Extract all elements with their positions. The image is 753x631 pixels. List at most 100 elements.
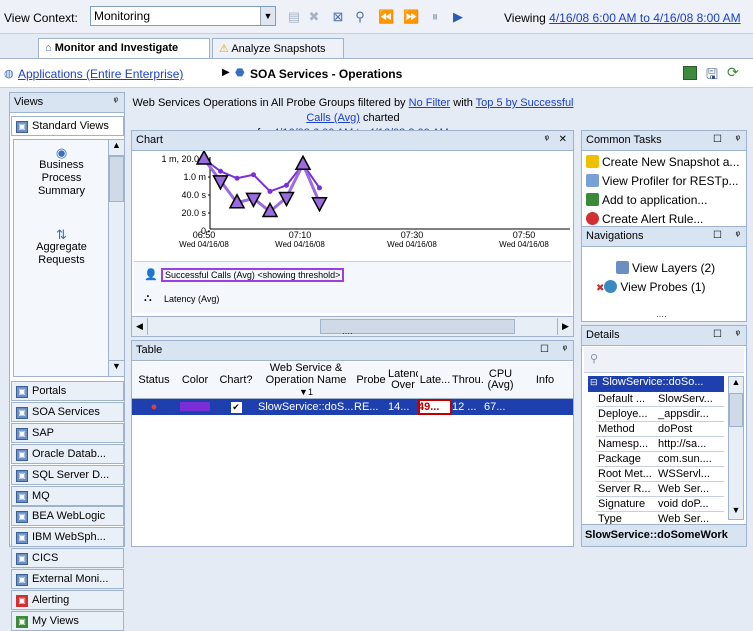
- pin-icon[interactable]: ᵠ: [736, 134, 740, 145]
- view-group-10[interactable]: ▣ Alerting: [11, 590, 124, 610]
- x-tick-time: 07:10: [289, 230, 312, 240]
- rewind-icon[interactable]: ⏪: [378, 9, 394, 25]
- column-cpu[interactable]: CPU (Avg): [484, 362, 517, 399]
- scroll-thumb[interactable]: [109, 156, 124, 202]
- details-row[interactable]: Default ... SlowServ...: [596, 392, 724, 407]
- column-info[interactable]: Info: [517, 362, 573, 399]
- list-icon[interactable]: ▤: [286, 9, 302, 25]
- column-name[interactable]: Web Service & Operation Name ▼1: [258, 362, 354, 399]
- x-tick-date: Wed 04/16/08: [499, 240, 549, 249]
- column-chart[interactable]: Chart?: [214, 362, 258, 399]
- view-context-select[interactable]: Monitoring: [90, 6, 276, 26]
- pin-icon[interactable]: ᵠ: [545, 134, 549, 145]
- details-row[interactable]: Server R... Web Ser...: [596, 481, 724, 497]
- view-group-1[interactable]: ▣ SOA Services: [11, 401, 124, 422]
- view-group-5[interactable]: ▣ MQ: [11, 485, 124, 506]
- view-group-icon: ▣: [16, 553, 28, 566]
- close-icon[interactable]: ✖: [306, 9, 322, 25]
- view-group-7[interactable]: ▣ IBM WebSph...: [11, 527, 124, 548]
- chart-export-icon[interactable]: [683, 66, 697, 80]
- pin-icon[interactable]: ᵠ: [736, 230, 740, 241]
- tab-analyze-snapshots[interactable]: ⚠ Analyze Snapshots: [212, 38, 344, 58]
- maximize-icon[interactable]: ☐: [713, 134, 722, 145]
- standard-views-header[interactable]: ▣ Standard Views: [11, 116, 124, 136]
- pin-icon[interactable]: ᵠ: [736, 329, 740, 340]
- details-row[interactable]: Method doPost: [596, 421, 724, 437]
- view-group-9[interactable]: ▣ External Moni...: [11, 569, 124, 590]
- add-icon: [586, 193, 599, 206]
- column-latency[interactable]: Late...: [418, 362, 452, 399]
- column-latency-over[interactable]: Latency Over: [388, 362, 418, 399]
- maximize-icon[interactable]: ☐: [713, 329, 722, 340]
- pin-icon[interactable]: ᵠ: [563, 344, 567, 355]
- view-group-icon: ▣: [16, 427, 28, 440]
- column-color[interactable]: Color: [176, 362, 214, 399]
- nav-view-layers[interactable]: View Layers (2): [616, 261, 715, 275]
- zoom-icon[interactable]: ⚲: [352, 9, 368, 25]
- column-status[interactable]: Status: [132, 362, 176, 399]
- views-scrollbar[interactable]: ▲ ▼: [108, 140, 124, 376]
- refresh-icon[interactable]: ⟳: [727, 64, 739, 81]
- series-color-swatch: [176, 399, 214, 415]
- details-selected-node[interactable]: ⊟ SlowService::doSo...: [588, 376, 724, 392]
- details-row[interactable]: Signature void doP...: [596, 496, 724, 512]
- details-row[interactable]: Package com.sun....: [596, 451, 724, 467]
- maximize-icon[interactable]: ☐: [540, 344, 549, 355]
- task-create-snapshot[interactable]: Create New Snapshot a...: [586, 155, 739, 169]
- breadcrumb-root-link[interactable]: Applications (Entire Enterprise): [18, 67, 183, 81]
- warning-icon: ⚠: [219, 43, 229, 55]
- details-key: Method: [596, 421, 656, 437]
- task-create-alert-rule[interactable]: Create Alert Rule...: [586, 212, 703, 226]
- cell-cpu: 67...: [484, 400, 506, 413]
- save-icon[interactable]: 🖫: [706, 64, 718, 88]
- legend-successful-calls[interactable]: Successful Calls (Avg) <showing threshol…: [161, 268, 345, 282]
- standard-views-list: ◉ Business Process Summary ⇅ Aggregate R…: [13, 139, 125, 377]
- view-group-6[interactable]: ▣ BEA WebLogic: [11, 506, 124, 527]
- nav-view-probes[interactable]: ✖ View Probes (1): [596, 280, 706, 294]
- tasks-panel-header: Common Tasks ☐ ᵠ: [582, 131, 746, 151]
- operations-table: Status Color Chart? Web Service & Operat…: [132, 362, 573, 415]
- view-group-11[interactable]: ▣ My Views: [11, 610, 124, 631]
- close-icon[interactable]: ✕: [559, 134, 567, 145]
- details-scrollbar[interactable]: ▲ ▼: [728, 376, 744, 520]
- crosshair-icon[interactable]: ⊠: [330, 9, 346, 25]
- x-tick-date: Wed 04/16/08: [387, 240, 437, 249]
- step-icon[interactable]: ⏩: [403, 9, 419, 25]
- cell-throughput: 12 ...: [452, 400, 477, 413]
- details-panel-header: Details ☐ ᵠ: [582, 326, 746, 346]
- scroll-thumb[interactable]: [729, 393, 743, 427]
- view-group-4[interactable]: ▣ SQL Server D...: [11, 464, 124, 485]
- details-row[interactable]: Deploye... _appsdir...: [596, 406, 724, 422]
- viewing-range-link[interactable]: 4/16/08 6:00 AM to 4/16/08 8:00 AM: [549, 11, 740, 25]
- legend-latency-icon: ⛬: [144, 292, 152, 304]
- details-table: Default ... SlowServ... Deploye... _appsdir…: [596, 392, 724, 527]
- list-item-business-process[interactable]: ◉ Business Process Summary: [14, 146, 109, 198]
- views-panel-header: Views ᵠ: [10, 93, 124, 113]
- chevron-down-icon[interactable]: ▼: [260, 7, 275, 25]
- pin-icon[interactable]: ᵠ: [114, 96, 118, 107]
- chart-checkbox[interactable]: ✔: [214, 399, 258, 415]
- details-key: Server R...: [596, 481, 656, 497]
- task-view-profiler[interactable]: View Profiler for RESTp...: [586, 174, 739, 188]
- filter-icon[interactable]: ⚲: [590, 352, 598, 365]
- view-group-3[interactable]: ▣ Oracle Datab...: [11, 443, 124, 464]
- view-group-8[interactable]: ▣ CICS: [11, 548, 124, 569]
- column-throughput[interactable]: Throu...: [452, 362, 484, 399]
- pause-icon[interactable]: ⏸: [427, 9, 443, 25]
- maximize-icon[interactable]: ☐: [713, 230, 722, 241]
- collapse-icon[interactable]: ⊟: [590, 377, 598, 388]
- list-item-aggregate-requests[interactable]: ⇅ Aggregate Requests: [14, 228, 109, 267]
- details-row[interactable]: Namesp... http://sa...: [596, 436, 724, 452]
- view-group-icon: ▣: [16, 574, 28, 587]
- details-row[interactable]: Root Met... WSServl...: [596, 466, 724, 482]
- legend-latency[interactable]: Latency (Avg): [164, 294, 219, 304]
- task-add-to-application[interactable]: Add to application...: [586, 193, 707, 207]
- play-icon[interactable]: ▶: [450, 9, 466, 25]
- filter-link[interactable]: No Filter: [409, 97, 451, 109]
- column-probe[interactable]: Probe: [354, 362, 388, 399]
- table-row[interactable]: ● ✔ SlowService::doS... RE... 14... 49..…: [132, 398, 573, 415]
- view-group-2[interactable]: ▣ SAP: [11, 422, 124, 443]
- tab-monitor[interactable]: ⌂ Monitor and Investigate: [38, 38, 210, 59]
- view-group-0[interactable]: ▣ Portals: [11, 381, 124, 401]
- view-group-icon: ▣: [16, 386, 28, 398]
